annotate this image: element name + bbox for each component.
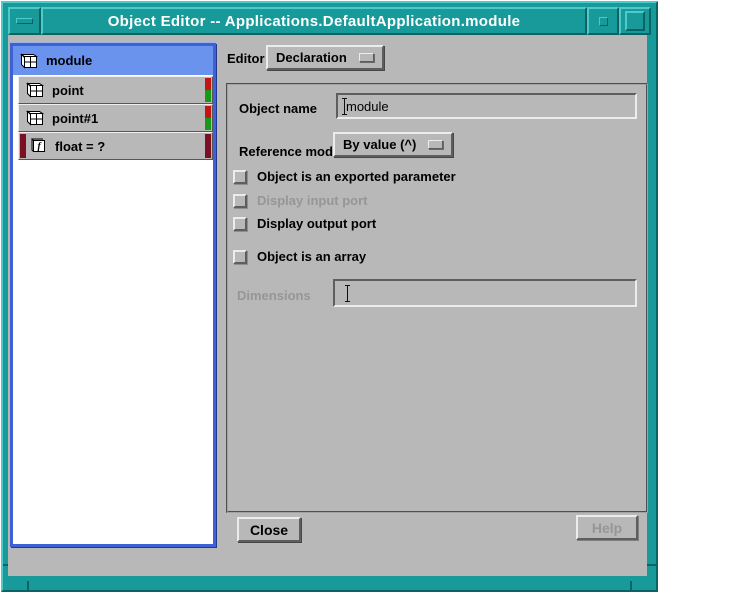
help-button-label: Help [592, 520, 622, 536]
dialog-body: module point [8, 35, 647, 576]
object-grid-icon [26, 82, 44, 98]
status-green-icon [205, 118, 211, 130]
reference-mode-option-menu[interactable]: By value (^) [333, 132, 453, 157]
text-cursor [347, 286, 348, 301]
status-indicator [205, 106, 211, 130]
status-maroon-icon [20, 134, 26, 158]
object-name-value: module [346, 99, 389, 114]
status-indicator [20, 134, 26, 158]
dimensions-input [333, 279, 637, 307]
text-cursor [344, 99, 345, 114]
status-green-icon [205, 90, 211, 102]
minimize-button[interactable] [587, 7, 619, 35]
checkbox-label: Display output port [257, 216, 376, 231]
status-red-icon [205, 106, 211, 118]
window-menu-button[interactable] [8, 7, 41, 35]
list-item-module[interactable]: module [13, 46, 213, 75]
window-menu-dash-icon [16, 18, 33, 24]
minimize-icon [599, 17, 608, 26]
list-item-label: float = ? [55, 139, 105, 154]
object-name-label: Object name [239, 101, 317, 116]
list-item-float[interactable]: f float = ? [18, 132, 213, 160]
checkbox-icon [233, 170, 247, 184]
checkbox-icon [233, 250, 247, 264]
checkbox-exported-parameter[interactable]: Object is an exported parameter [233, 169, 456, 184]
resize-notch [27, 581, 29, 590]
list-item-label: module [46, 53, 92, 68]
checkbox-label: Display input port [257, 193, 368, 208]
maximize-button[interactable] [619, 7, 651, 35]
status-red-icon [205, 78, 211, 90]
object-editor-window: Object Editor -- Applications.DefaultApp… [1, 1, 658, 592]
reference-mode-value: By value (^) [343, 137, 416, 152]
close-button[interactable]: Close [237, 517, 301, 542]
status-indicator [205, 78, 211, 102]
resize-notch [630, 581, 632, 590]
desktop: { "window": { "title": "Object Editor --… [0, 0, 750, 600]
dimensions-label: Dimensions [237, 288, 311, 303]
reference-mode-label: Reference mode [239, 144, 340, 159]
editor-option-value: Declaration [276, 50, 347, 65]
maximize-icon [625, 11, 645, 31]
function-f-icon: f [31, 138, 47, 154]
window-title: Object Editor -- Applications.DefaultApp… [108, 13, 521, 30]
checkbox-icon [233, 194, 247, 208]
checkbox-display-output-port[interactable]: Display output port [233, 216, 376, 231]
list-item-label: point [52, 83, 84, 98]
editor-label: Editor [227, 51, 265, 66]
list-item-label: point#1 [52, 111, 98, 126]
resize-notch [647, 564, 656, 566]
status-indicator [205, 134, 211, 158]
list-item-point[interactable]: point [18, 76, 213, 104]
object-tree-list: module point [10, 43, 216, 547]
editor-option-menu[interactable]: Declaration [266, 45, 384, 70]
close-button-label: Close [250, 522, 288, 538]
checkbox-label: Object is an array [257, 249, 366, 264]
checkbox-object-is-array[interactable]: Object is an array [233, 249, 366, 264]
help-button: Help [576, 515, 638, 540]
object-name-input[interactable]: module [336, 93, 637, 119]
object-grid-icon [20, 53, 38, 69]
checkbox-icon [233, 217, 247, 231]
status-maroon-icon [205, 134, 211, 158]
object-grid-icon [26, 110, 44, 126]
checkbox-label: Object is an exported parameter [257, 169, 456, 184]
list-item-point1[interactable]: point#1 [18, 104, 213, 132]
option-menu-indicator-icon [359, 53, 374, 62]
option-menu-indicator-icon [428, 140, 443, 149]
titlebar: Object Editor -- Applications.DefaultApp… [8, 7, 651, 35]
titlebar-drag-area[interactable]: Object Editor -- Applications.DefaultApp… [41, 7, 587, 35]
checkbox-display-input-port: Display input port [233, 193, 368, 208]
